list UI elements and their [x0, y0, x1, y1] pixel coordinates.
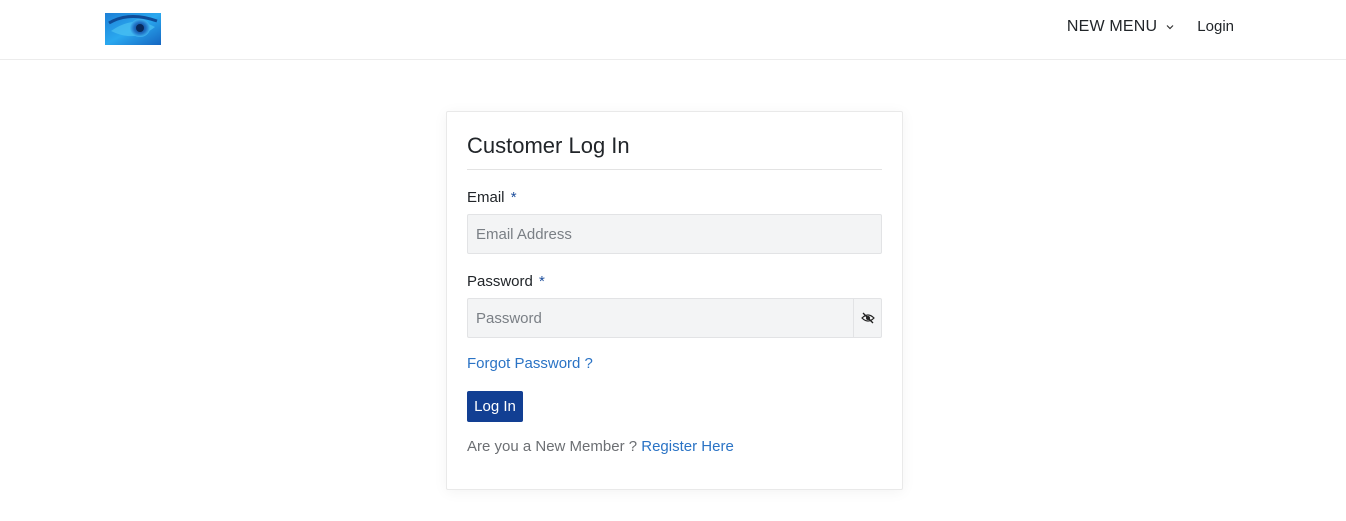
- forgot-password-link[interactable]: Forgot Password ?: [467, 355, 593, 372]
- login-card: Customer Log In Email * Password * Forgo…: [446, 111, 903, 490]
- top-navbar: NEW MENU Login: [0, 0, 1346, 60]
- register-here-link[interactable]: Register Here: [641, 438, 734, 455]
- register-line: Are you a New Member ? Register Here: [467, 438, 882, 455]
- nav-login-link[interactable]: Login: [1197, 18, 1234, 35]
- password-input-group: [467, 298, 882, 338]
- eye-logo-icon: [105, 13, 161, 45]
- nav-right: NEW MENU Login: [1067, 18, 1234, 36]
- email-label: Email *: [467, 189, 882, 206]
- email-field[interactable]: [467, 214, 882, 254]
- email-label-text: Email: [467, 189, 505, 206]
- new-menu-label: NEW MENU: [1066, 18, 1158, 35]
- email-required-marker: *: [510, 189, 517, 206]
- new-menu-dropdown[interactable]: NEW MENU: [1067, 18, 1175, 36]
- eye-slash-icon: [860, 312, 875, 324]
- chevron-down-icon: [1166, 25, 1174, 30]
- logo[interactable]: [105, 13, 161, 45]
- page-title: Customer Log In: [467, 132, 882, 170]
- password-field[interactable]: [467, 298, 853, 338]
- password-label-text: Password: [467, 273, 533, 290]
- register-prompt: Are you a New Member ?: [467, 438, 638, 455]
- password-label: Password *: [467, 273, 882, 290]
- log-in-button[interactable]: Log In: [467, 391, 523, 422]
- password-visibility-toggle[interactable]: [853, 298, 882, 338]
- password-required-marker: *: [539, 273, 545, 290]
